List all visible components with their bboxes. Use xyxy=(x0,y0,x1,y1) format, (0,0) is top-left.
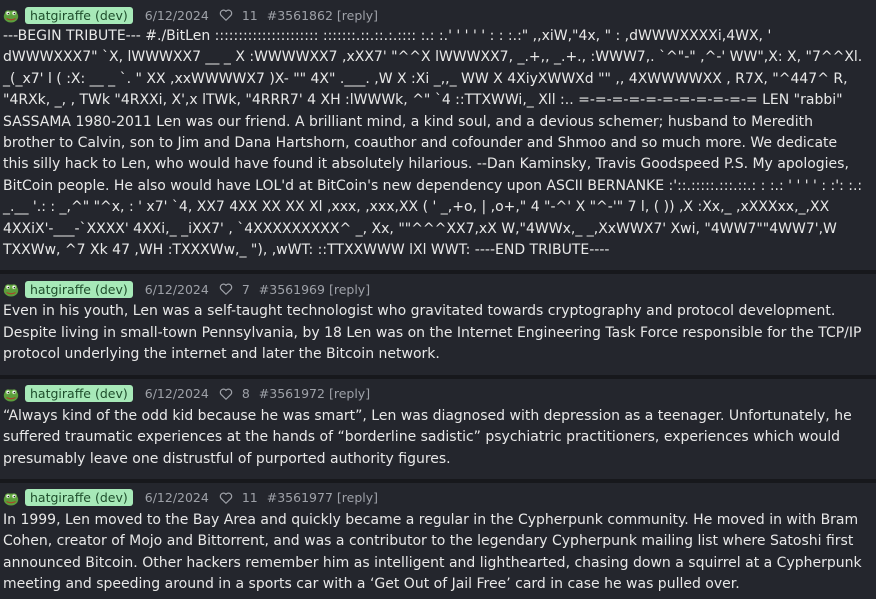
post-header: hatgiraffe (dev) 6/12/2024 11 #3561862 [… xyxy=(3,5,866,25)
heart-icon[interactable] xyxy=(219,491,233,505)
post-id-link[interactable]: #3561862 xyxy=(267,8,333,23)
post: hatgiraffe (dev) 6/12/2024 11 #3561862 [… xyxy=(0,0,876,275)
reply-link[interactable]: [reply] xyxy=(337,490,378,505)
post-body: “Always kind of the odd kid because he w… xyxy=(3,407,852,467)
post-date: 6/12/2024 xyxy=(144,7,209,23)
heart-icon[interactable] xyxy=(219,282,233,296)
post-date: 6/12/2024 xyxy=(144,281,209,297)
post-header: hatgiraffe (dev) 6/12/2024 8 #3561972 [r… xyxy=(3,384,866,404)
post-date: 6/12/2024 xyxy=(144,386,209,402)
post-body: ---BEGIN TRIBUTE--- #./BitLen ::::::::::… xyxy=(3,28,863,259)
like-count: 11 xyxy=(241,7,258,23)
reply-link[interactable]: [reply] xyxy=(329,386,370,401)
post: hatgiraffe (dev) 6/12/2024 7 #3561969 [r… xyxy=(0,274,876,379)
post-id-link[interactable]: #3561977 xyxy=(267,490,333,505)
username-badge[interactable]: hatgiraffe (dev) xyxy=(25,6,133,24)
thread-feed: hatgiraffe (dev) 6/12/2024 11 #3561862 [… xyxy=(0,0,876,599)
reply-link[interactable]: [reply] xyxy=(337,8,378,23)
pepe-frog-avatar-icon[interactable] xyxy=(3,386,19,402)
like-count: 7 xyxy=(241,281,250,297)
heart-icon[interactable] xyxy=(219,8,233,22)
reply-link[interactable]: [reply] xyxy=(329,282,370,297)
post-id-link[interactable]: #3561969 xyxy=(259,282,325,297)
like-count: 11 xyxy=(241,490,258,506)
post: hatgiraffe (dev) 6/12/2024 11 #3561977 [… xyxy=(0,482,876,599)
username-badge[interactable]: hatgiraffe (dev) xyxy=(25,280,133,298)
pepe-frog-avatar-icon[interactable] xyxy=(3,7,19,23)
pepe-frog-avatar-icon[interactable] xyxy=(3,490,19,506)
pepe-frog-avatar-icon[interactable] xyxy=(3,281,19,297)
post-body: In 1999, Len moved to the Bay Area and q… xyxy=(3,511,862,593)
post-header: hatgiraffe (dev) 6/12/2024 7 #3561969 [r… xyxy=(3,279,866,299)
post: hatgiraffe (dev) 6/12/2024 8 #3561972 [r… xyxy=(0,378,876,483)
post-body: Even in his youth, Len was a self-taught… xyxy=(3,303,862,363)
heart-icon[interactable] xyxy=(219,387,233,401)
post-id-link[interactable]: #3561972 xyxy=(259,386,325,401)
post-date: 6/12/2024 xyxy=(144,490,209,506)
username-badge[interactable]: hatgiraffe (dev) xyxy=(25,489,133,507)
username-badge[interactable]: hatgiraffe (dev) xyxy=(25,385,133,403)
post-header: hatgiraffe (dev) 6/12/2024 11 #3561977 [… xyxy=(3,488,866,508)
like-count: 8 xyxy=(241,386,250,402)
